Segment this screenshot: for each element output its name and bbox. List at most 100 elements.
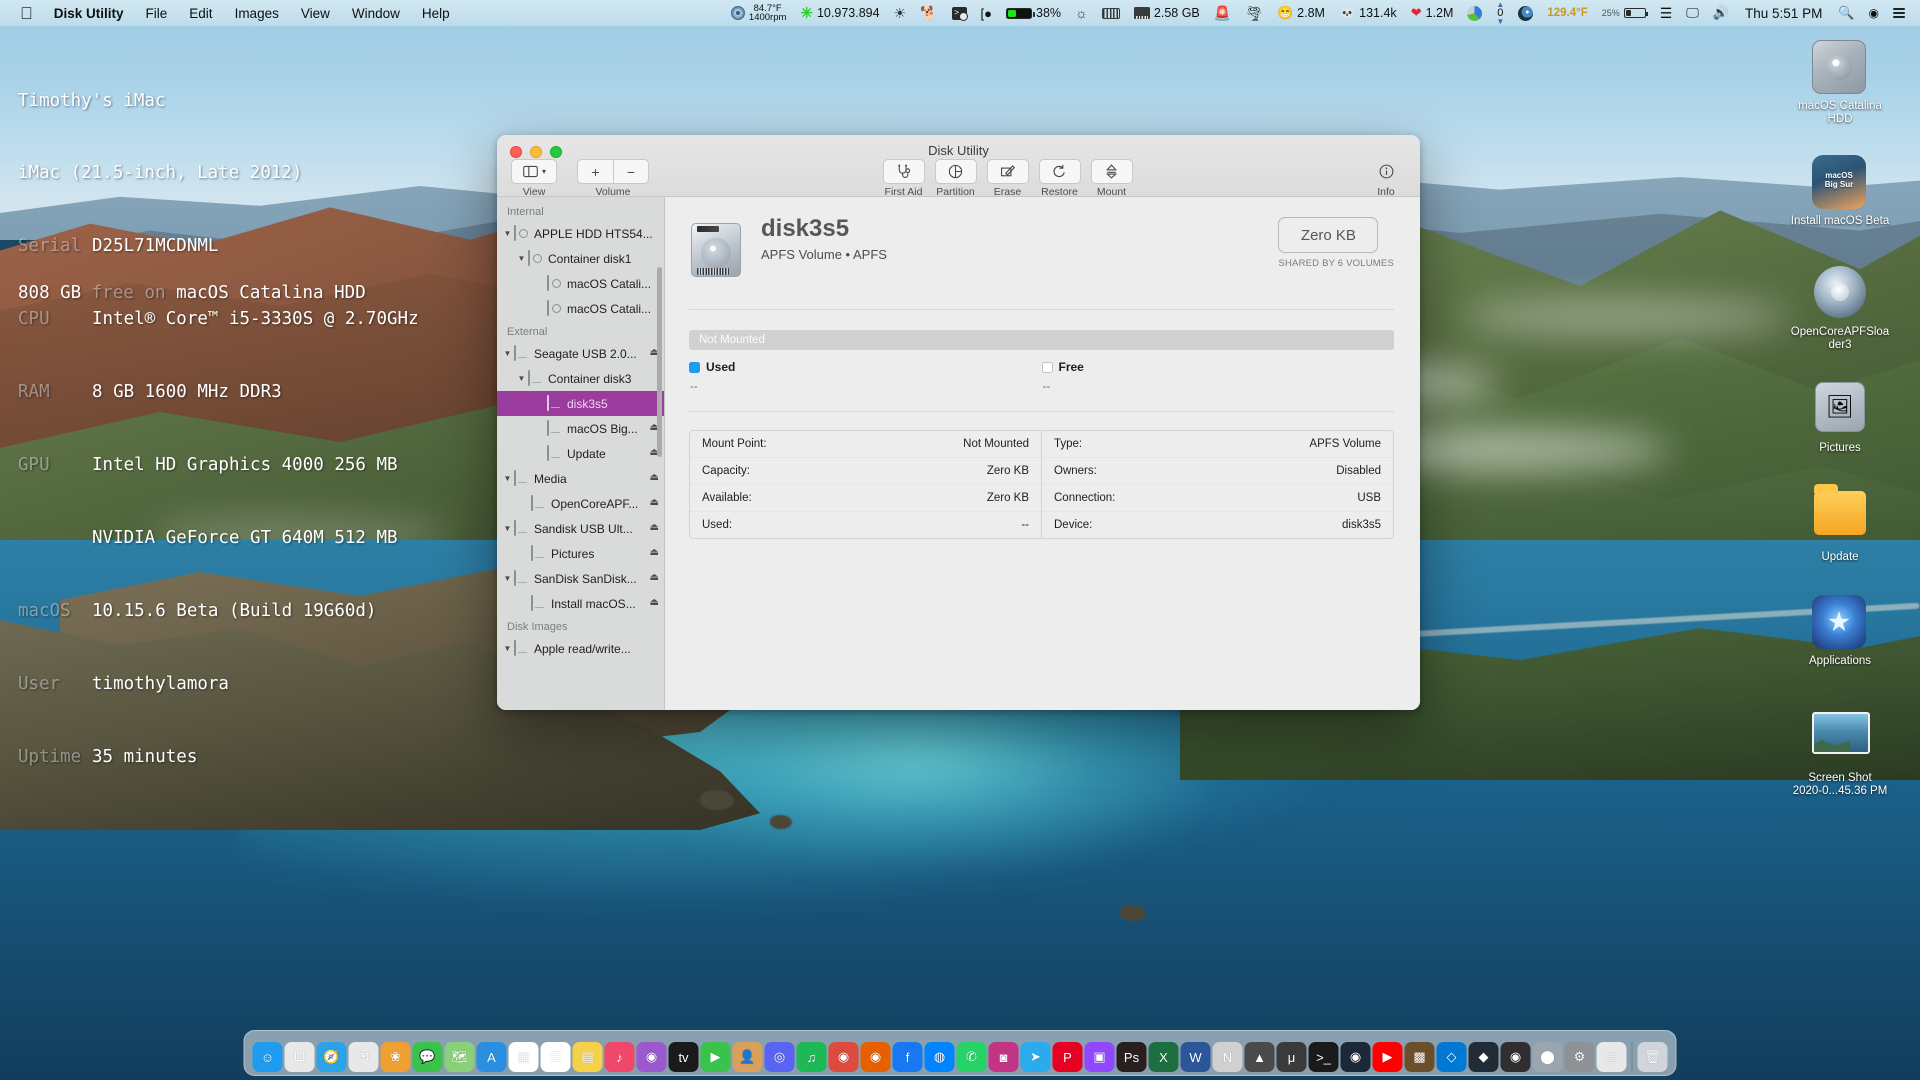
sidebar-item-macos-catalina-1[interactable]: macOS Catali... bbox=[497, 271, 664, 296]
sidebar-item-media[interactable]: ▼ Media ⏏ bbox=[497, 466, 664, 491]
dock-item-discord[interactable]: ◎ bbox=[765, 1042, 795, 1072]
desktop-icon-macos-catalina-hdd[interactable]: macOS CatalinaHDD bbox=[1780, 40, 1900, 126]
dock-item-chrome[interactable]: ◉ bbox=[829, 1042, 859, 1072]
dock-item-safari[interactable]: 🧭 bbox=[317, 1042, 347, 1072]
window-titlebar[interactable]: Disk Utility ▾ View + bbox=[497, 135, 1420, 197]
dock-item-calendar[interactable]: ▦ bbox=[509, 1042, 539, 1072]
disclosure-triangle-icon[interactable]: ▼ bbox=[515, 374, 528, 383]
status-siri[interactable]: ◉ bbox=[1862, 6, 1886, 20]
dock-item-appstore[interactable]: A bbox=[477, 1042, 507, 1072]
menu-item-disk-utility[interactable]: Disk Utility bbox=[43, 6, 135, 21]
eject-icon[interactable]: ⏏ bbox=[650, 572, 659, 583]
disclosure-triangle-icon[interactable]: ▼ bbox=[501, 349, 514, 358]
dock-item-firefox[interactable]: ◉ bbox=[861, 1042, 891, 1072]
status-battery-right[interactable]: 25% bbox=[1595, 8, 1653, 18]
dock-item-finder[interactable]: ☺ bbox=[253, 1042, 283, 1072]
dock-item-notes[interactable]: ▤ bbox=[573, 1042, 603, 1072]
dock-item-whatsapp[interactable]: ✆ bbox=[957, 1042, 987, 1072]
status-terminal-widget[interactable]: >_ bbox=[945, 7, 974, 20]
status-skull-counter[interactable]: 💀 131.4k bbox=[1332, 5, 1404, 21]
dock-item-youtube[interactable]: ▶ bbox=[1373, 1042, 1403, 1072]
restore-button[interactable] bbox=[1039, 159, 1081, 184]
desktop-icon-opencore-apfs-loader[interactable]: OpenCoreAPFSloader3 bbox=[1780, 265, 1900, 352]
dock-item-steam[interactable]: ◉ bbox=[1341, 1042, 1371, 1072]
dock-item-twitch[interactable]: ▣ bbox=[1085, 1042, 1115, 1072]
status-emoji-counter[interactable]: 😁 2.8M bbox=[1270, 5, 1332, 21]
status-battery-percent[interactable]: 38% bbox=[999, 6, 1068, 20]
dock-item-vlc[interactable]: ▲ bbox=[1245, 1042, 1275, 1072]
dock-item-podcasts[interactable]: ◉ bbox=[637, 1042, 667, 1072]
status-bluetooth-widget[interactable]: [● bbox=[974, 6, 999, 21]
desktop-icon-update[interactable]: Update bbox=[1780, 485, 1900, 564]
dock-item-obs[interactable]: ◉ bbox=[1501, 1042, 1531, 1072]
sidebar-item-macos-big-sur[interactable]: macOS Big... ⏏ bbox=[497, 416, 664, 441]
disclosure-triangle-icon[interactable]: ▼ bbox=[515, 254, 528, 263]
sidebar-item-apple-read-write[interactable]: ▼ Apple read/write... bbox=[497, 636, 664, 661]
eject-icon[interactable]: ⏏ bbox=[650, 472, 659, 483]
eject-icon[interactable]: ⏏ bbox=[650, 597, 659, 608]
dock-item-maps[interactable]: 🗺 bbox=[445, 1042, 475, 1072]
menu-item-images[interactable]: Images bbox=[224, 6, 290, 21]
status-tornado-widget[interactable]: 🌪 bbox=[1238, 5, 1270, 22]
status-airplay[interactable]: 🖵 bbox=[1679, 5, 1706, 21]
disk-sidebar[interactable]: Internal ▼ APPLE HDD HTS54... ▼ Containe… bbox=[497, 197, 665, 710]
sidebar-item-macos-catalina-2[interactable]: macOS Catali... bbox=[497, 296, 664, 321]
sidebar-item-apple-hdd[interactable]: ▼ APPLE HDD HTS54... bbox=[497, 221, 664, 246]
info-button[interactable] bbox=[1366, 159, 1406, 184]
menu-item-file[interactable]: File bbox=[135, 6, 179, 21]
dock-item-contacts[interactable]: 👤 bbox=[733, 1042, 763, 1072]
apple-menu-icon[interactable]:  bbox=[20, 5, 33, 22]
status-network-throughput[interactable]: ▲ 0 ▼ bbox=[1489, 2, 1511, 25]
sidebar-item-opencore-apfs[interactable]: OpenCoreAPF... ⏏ bbox=[497, 491, 664, 516]
dock-item-facetime[interactable]: ▶ bbox=[701, 1042, 731, 1072]
remove-volume-button[interactable]: − bbox=[613, 159, 649, 184]
dock-item-appletv[interactable]: tv bbox=[669, 1042, 699, 1072]
dock-item-spotify[interactable]: ♫ bbox=[797, 1042, 827, 1072]
first-aid-button[interactable] bbox=[883, 159, 925, 184]
dock-item-adobe[interactable]: Ps bbox=[1117, 1042, 1147, 1072]
status-eye-widget[interactable] bbox=[1511, 6, 1540, 21]
dock-item-excel[interactable]: X bbox=[1149, 1042, 1179, 1072]
status-alert-widget[interactable]: 🚨 bbox=[1207, 5, 1238, 22]
sidebar-item-install-macos[interactable]: Install macOS... ⏏ bbox=[497, 591, 664, 616]
disclosure-triangle-icon[interactable]: ▼ bbox=[501, 574, 514, 583]
mount-button[interactable] bbox=[1091, 159, 1133, 184]
status-control-center[interactable] bbox=[1886, 8, 1912, 18]
status-keyboard-widget[interactable] bbox=[1095, 8, 1127, 19]
sidebar-item-seagate-usb[interactable]: ▼ Seagate USB 2.0... ⏏ bbox=[497, 341, 664, 366]
status-network-counter[interactable]: ✳ 10.973.894 bbox=[793, 6, 886, 21]
eject-icon[interactable]: ⏏ bbox=[650, 497, 659, 508]
sidebar-item-container-disk1[interactable]: ▼ Container disk1 bbox=[497, 246, 664, 271]
dock-item-word[interactable]: W bbox=[1181, 1042, 1211, 1072]
dock-item-trash[interactable]: 🗑 bbox=[1638, 1042, 1668, 1072]
dock-item-music[interactable]: ♪ bbox=[605, 1042, 635, 1072]
erase-button[interactable] bbox=[987, 159, 1029, 184]
dock-item-mail[interactable]: ✉ bbox=[349, 1042, 379, 1072]
status-display-brightness[interactable]: ☼ bbox=[1068, 6, 1095, 20]
menu-item-edit[interactable]: Edit bbox=[178, 6, 223, 21]
dock-item-vscode[interactable]: ◇ bbox=[1437, 1042, 1467, 1072]
dock-item-launchpad[interactable]: ⚄ bbox=[285, 1042, 315, 1072]
menu-item-view[interactable]: View bbox=[290, 6, 341, 21]
dock-item-facebook[interactable]: f bbox=[893, 1042, 923, 1072]
disclosure-triangle-icon[interactable]: ▼ bbox=[501, 524, 514, 533]
dock-item-pinterest[interactable]: P bbox=[1053, 1042, 1083, 1072]
dock-item-messages[interactable]: 💬 bbox=[413, 1042, 443, 1072]
sidebar-item-sandisk-sandisk[interactable]: ▼ SanDisk SanDisk... ⏏ bbox=[497, 566, 664, 591]
dock-item-utorrent[interactable]: μ bbox=[1277, 1042, 1307, 1072]
add-volume-button[interactable]: + bbox=[577, 159, 613, 184]
menu-bar-clock[interactable]: Thu 5:51 PM bbox=[1736, 6, 1831, 21]
view-button[interactable]: ▾ bbox=[511, 159, 557, 184]
sidebar-scrollbar[interactable] bbox=[657, 267, 662, 457]
menu-item-help[interactable]: Help bbox=[411, 6, 461, 21]
status-wifi[interactable]: ☰ bbox=[1653, 6, 1680, 20]
eject-icon[interactable]: ⏏ bbox=[650, 547, 659, 558]
partition-button[interactable] bbox=[935, 159, 977, 184]
dock-item-instagram[interactable]: ◙ bbox=[989, 1042, 1019, 1072]
sidebar-item-update[interactable]: Update ⏏ bbox=[497, 441, 664, 466]
dock-item-unity[interactable]: ◆ bbox=[1469, 1042, 1499, 1072]
disclosure-triangle-icon[interactable]: ▼ bbox=[501, 474, 514, 483]
desktop-icon-screen-shot[interactable]: Screen Shot2020-0...45.36 PM bbox=[1780, 705, 1900, 798]
status-pie-widget[interactable] bbox=[1460, 6, 1489, 21]
menu-item-window[interactable]: Window bbox=[341, 6, 411, 21]
